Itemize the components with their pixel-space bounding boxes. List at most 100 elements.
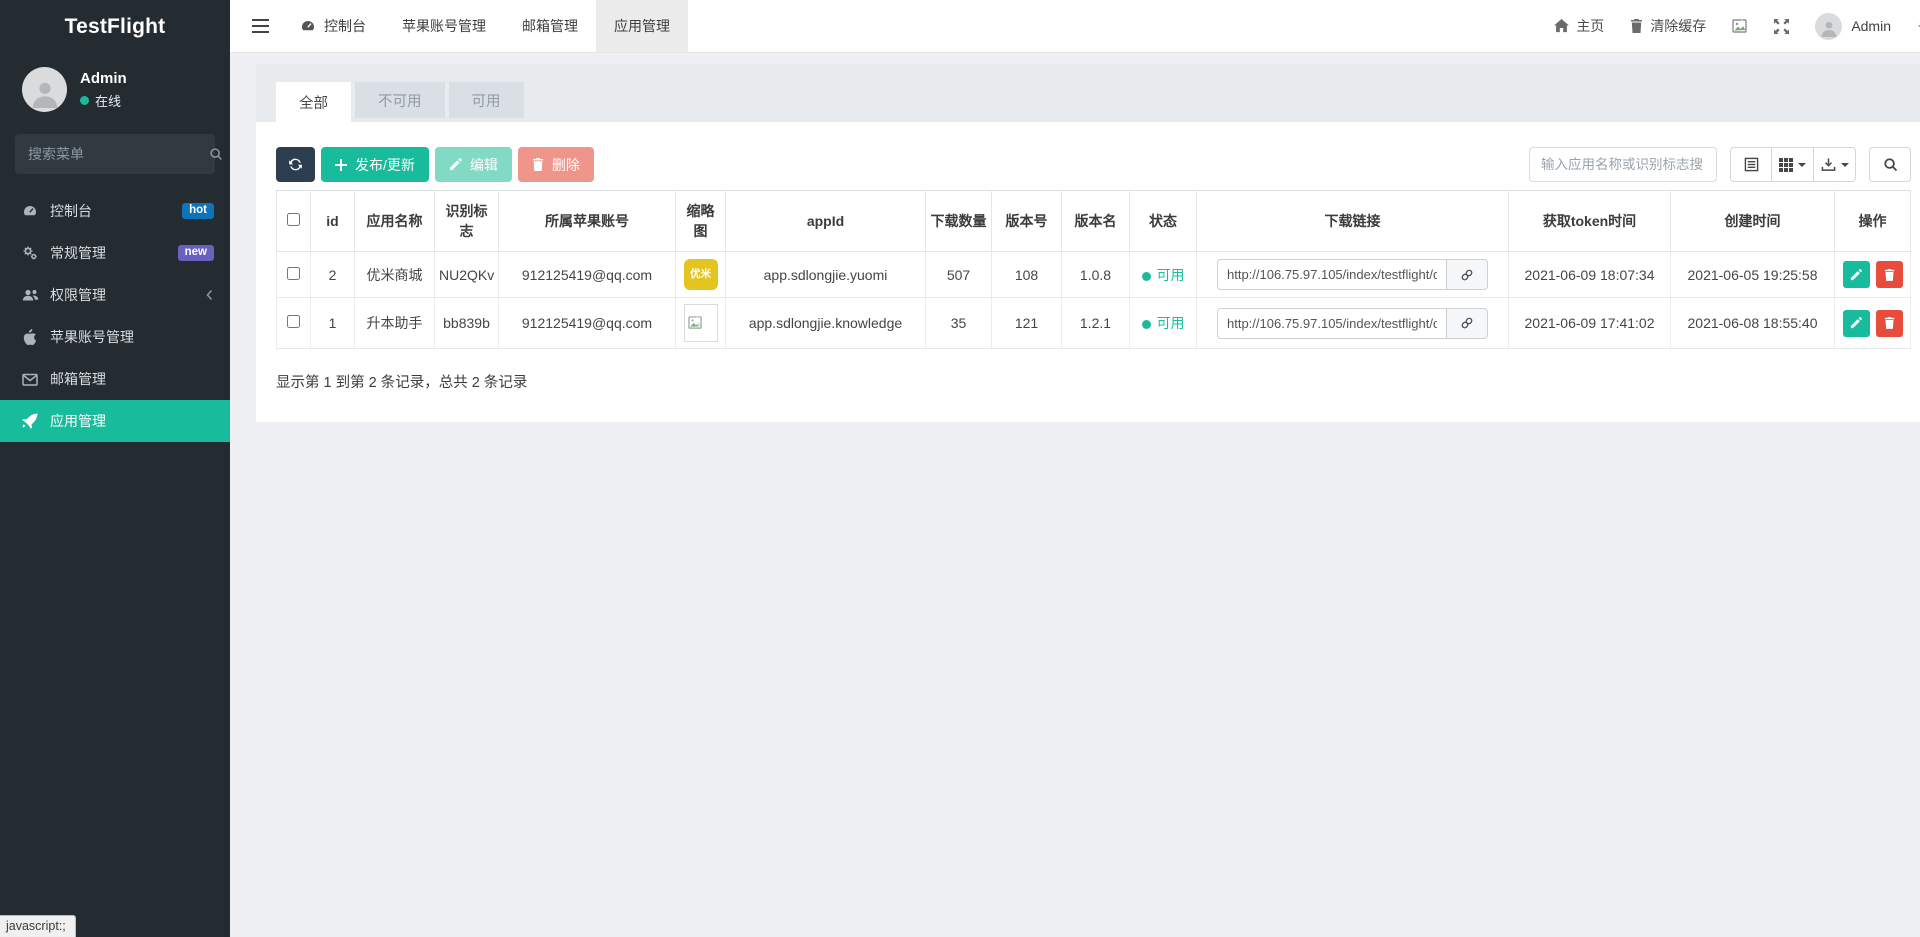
table-row: 2 优米商城 NU2QKv 912125419@qq.com 优米 app.sd… [277, 252, 1911, 298]
clear-cache-link[interactable]: 清除缓存 [1630, 16, 1706, 36]
hamburger-icon [252, 19, 269, 33]
trash-icon [532, 158, 544, 171]
sidebar-toggle-button[interactable] [238, 0, 282, 52]
link-icon [1460, 268, 1474, 282]
refresh-icon [288, 157, 303, 172]
col-download-link: 下载链接 [1197, 191, 1509, 252]
user-menu[interactable]: Admin [1815, 13, 1891, 40]
table-controls [1529, 147, 1911, 182]
row-checkbox[interactable] [287, 267, 300, 280]
pencil-icon [449, 158, 462, 171]
tab-available[interactable]: 可用 [449, 82, 524, 118]
avatar [1815, 13, 1842, 40]
pagination-toggle-button[interactable] [1730, 147, 1772, 182]
table-search-input[interactable] [1529, 147, 1717, 182]
pagination-info: 显示第 1 到第 2 条记录，总共 2 条记录 [276, 371, 1911, 392]
copy-link-button[interactable] [1447, 259, 1488, 290]
new-badge: new [178, 245, 214, 262]
row-delete-button[interactable] [1876, 261, 1903, 288]
top-navbar: 控制台 苹果账号管理 邮箱管理 应用管理 主页 [230, 0, 1920, 53]
caret-down-icon [1841, 163, 1849, 167]
nav-tab-apps[interactable]: 应用管理 [596, 0, 688, 52]
user-panel: Admin 在线 [0, 53, 230, 120]
apps-card: 发布/更新 编辑 删除 [256, 122, 1920, 422]
status-badge: 可用 [1130, 298, 1197, 349]
row-delete-button[interactable] [1876, 310, 1903, 337]
sidebar-item-apple-accounts[interactable]: 苹果账号管理 [0, 316, 230, 358]
navbar-right: 主页 清除缓存 [1554, 0, 1920, 52]
user-name: Admin [80, 70, 127, 87]
apple-icon [21, 329, 39, 345]
nav-tab-mailbox[interactable]: 邮箱管理 [504, 0, 596, 52]
fullscreen-icon [1774, 19, 1789, 34]
broken-image-icon [1732, 19, 1748, 34]
nav-tab-apple-accounts[interactable]: 苹果账号管理 [384, 0, 504, 52]
download-link-input[interactable] [1217, 259, 1447, 290]
row-edit-button[interactable] [1843, 261, 1870, 288]
fullscreen-button[interactable] [1774, 19, 1789, 34]
dashboard-icon [300, 18, 316, 34]
pencil-icon [1850, 317, 1862, 329]
export-icon [1821, 157, 1836, 172]
nav-tab-console[interactable]: 控制台 [282, 0, 384, 52]
trash-icon [1630, 19, 1643, 33]
table-header-row: id 应用名称 识别标志 所属苹果账号 缩略图 appId 下载数量 版本号 版… [277, 191, 1911, 252]
app-thumbnail: 优米 [684, 259, 718, 290]
brand-title: TestFlight [0, 0, 230, 53]
col-status: 状态 [1130, 191, 1197, 252]
delete-button[interactable]: 删除 [518, 147, 594, 182]
users-icon [21, 287, 39, 303]
refresh-button[interactable] [276, 147, 315, 182]
sidebar-search [15, 134, 215, 174]
row-checkbox[interactable] [287, 315, 300, 328]
sidebar-item-permissions[interactable]: 权限管理 [0, 274, 230, 316]
browser-status-tooltip: javascript:; [0, 915, 76, 937]
link-icon [1460, 316, 1474, 330]
sidebar-item-apps[interactable]: 应用管理 [0, 400, 230, 442]
columns-dropdown-button[interactable] [1772, 147, 1814, 182]
view-button-group [1730, 147, 1856, 182]
tab-all[interactable]: 全部 [276, 82, 351, 122]
chevron-left-icon [205, 289, 214, 301]
col-appid: appId [726, 191, 926, 252]
grid-icon [1779, 158, 1793, 172]
plus-icon [335, 159, 347, 171]
col-actions: 操作 [1835, 191, 1911, 252]
row-edit-button[interactable] [1843, 310, 1870, 337]
language-button[interactable] [1732, 19, 1748, 34]
trash-icon [1884, 269, 1895, 281]
rocket-icon [21, 413, 39, 429]
col-version-code: 版本号 [992, 191, 1062, 252]
status-dot-icon [1142, 320, 1151, 329]
sidebar-search-input[interactable] [28, 146, 209, 162]
copy-link-button[interactable] [1447, 308, 1488, 339]
apps-table: id 应用名称 识别标志 所属苹果账号 缩略图 appId 下载数量 版本号 版… [276, 190, 1911, 349]
app-root: TestFlight Admin 在线 [0, 0, 1920, 937]
online-dot-icon [80, 96, 89, 105]
broken-thumbnail [684, 304, 718, 342]
select-all-cell [277, 191, 311, 252]
col-thumbnail: 缩略图 [676, 191, 726, 252]
user-status: 在线 [80, 91, 127, 110]
tab-unavailable[interactable]: 不可用 [355, 82, 445, 118]
avatar [22, 67, 67, 112]
download-link-input[interactable] [1217, 308, 1447, 339]
home-link[interactable]: 主页 [1554, 16, 1604, 36]
select-all-checkbox[interactable] [287, 213, 300, 226]
table-toolbar: 发布/更新 编辑 删除 [276, 147, 1911, 182]
main-content: 全部 不可用 可用 发布/更新 [230, 53, 1920, 937]
publish-button[interactable]: 发布/更新 [321, 147, 429, 182]
person-icon [1820, 19, 1838, 37]
edit-button[interactable]: 编辑 [435, 147, 512, 182]
sidebar-menu: 控制台 hot 常规管理 new 权限管理 [0, 190, 230, 442]
home-icon [1554, 19, 1569, 33]
status-tab-strip: 全部 不可用 可用 [256, 64, 1920, 122]
sidebar-item-console[interactable]: 控制台 hot [0, 190, 230, 232]
dashboard-icon [21, 203, 39, 219]
sidebar-item-general[interactable]: 常规管理 new [0, 232, 230, 274]
sidebar-item-mailbox[interactable]: 邮箱管理 [0, 358, 230, 400]
table-search-button[interactable] [1869, 147, 1911, 182]
export-dropdown-button[interactable] [1814, 147, 1856, 182]
col-downloads: 下载数量 [926, 191, 992, 252]
person-icon [30, 78, 60, 108]
